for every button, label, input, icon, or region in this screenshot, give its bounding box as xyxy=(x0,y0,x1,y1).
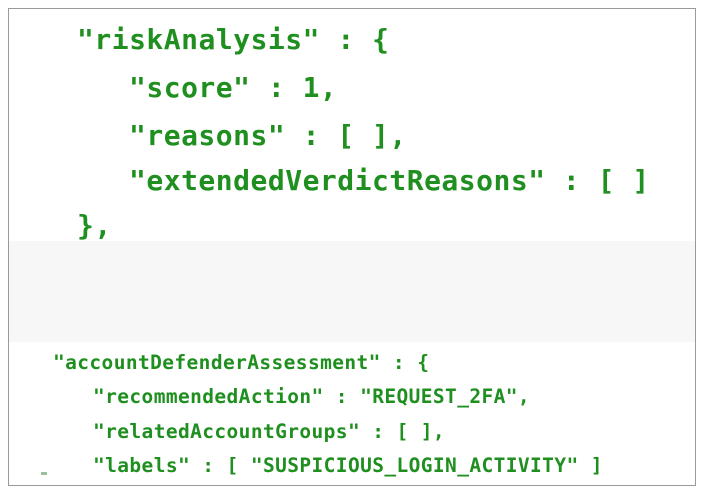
section-divider xyxy=(9,241,695,342)
code-line: "accountDefenderAssessment" : { xyxy=(53,351,430,374)
code-line: "recommendedAction" : "REQUEST_2FA", xyxy=(93,385,531,408)
code-line: "relatedAccountGroups" : [ ], xyxy=(93,420,446,443)
code-line: "labels" : [ "SUSPICIOUS_LOGIN_ACTIVITY"… xyxy=(93,454,603,477)
risk-analysis-panel: "riskAnalysis" : { "score" : 1, "reasons… xyxy=(9,9,695,242)
code-line: "riskAnalysis" : { xyxy=(77,23,390,56)
code-line: "reasons" : [ ], xyxy=(129,119,407,152)
account-defender-panel: "accountDefenderAssessment" : { "recomme… xyxy=(9,342,695,485)
code-line: "extendedVerdictReasons" : [ ] xyxy=(129,164,650,197)
text-cursor-fragment xyxy=(41,472,47,475)
code-line: "score" : 1, xyxy=(129,71,338,104)
code-line: }, xyxy=(77,209,112,242)
json-viewer-frame: "riskAnalysis" : { "score" : 1, "reasons… xyxy=(8,8,696,486)
